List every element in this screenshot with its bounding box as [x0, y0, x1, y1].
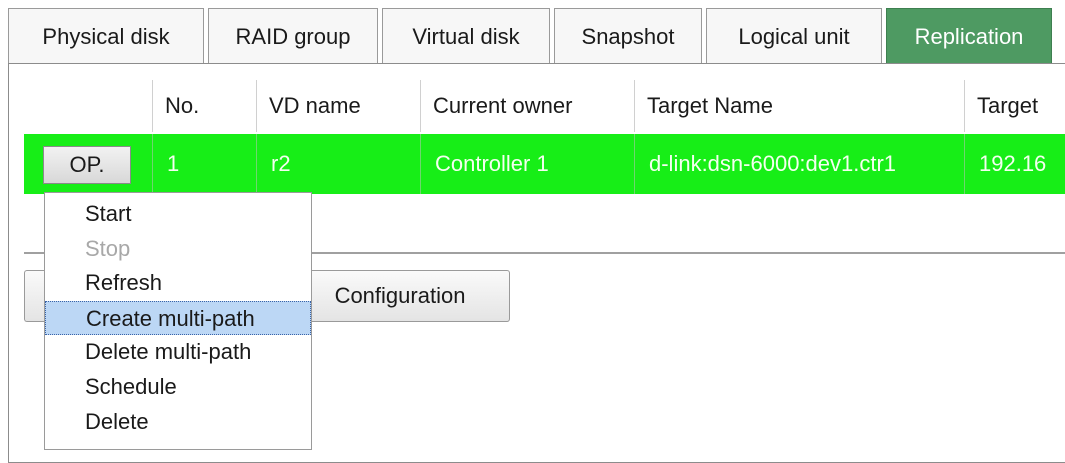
column-header-op [24, 80, 152, 132]
op-context-menu: Start Stop Refresh Create multi-path Del… [44, 192, 312, 450]
tab-virtual-disk[interactable]: Virtual disk [382, 8, 550, 64]
cell-vd-name: r2 [256, 134, 420, 194]
tab-logical-unit[interactable]: Logical unit [706, 8, 882, 64]
configuration-button[interactable]: Configuration [290, 270, 510, 322]
column-header-target: Target [964, 80, 1065, 132]
tab-replication[interactable]: Replication [886, 8, 1052, 64]
tab-bar: Physical disk RAID group Virtual disk Sn… [0, 0, 1065, 64]
menu-item-refresh[interactable]: Refresh [45, 266, 311, 301]
menu-item-delete-multi-path[interactable]: Delete multi-path [45, 335, 311, 370]
cell-current-owner: Controller 1 [420, 134, 634, 194]
menu-item-stop: Stop [85, 235, 131, 261]
column-header-vd-name: VD name [256, 80, 420, 132]
column-header-current-owner: Current owner [420, 80, 634, 132]
menu-item-delete[interactable]: Delete [45, 405, 311, 440]
table-row[interactable]: 1 r2 Controller 1 d-link:dsn-6000:dev1.c… [24, 134, 1065, 194]
op-button[interactable]: OP. [43, 146, 131, 184]
table-header: No. VD name Current owner Target Name Ta… [24, 80, 1065, 132]
tab-physical-disk[interactable]: Physical disk [8, 8, 204, 64]
cell-no: 1 [152, 134, 256, 194]
menu-item-create-multi-path[interactable]: Create multi-path [45, 300, 311, 336]
menu-item-start[interactable]: Start [45, 197, 311, 232]
cell-target: 192.16 [964, 134, 1065, 194]
column-header-target-name: Target Name [634, 80, 964, 132]
column-header-no: No. [152, 80, 256, 132]
menu-item-schedule[interactable]: Schedule [45, 370, 311, 405]
cell-target-name: d-link:dsn-6000:dev1.ctr1 [634, 134, 964, 194]
tab-snapshot[interactable]: Snapshot [554, 8, 702, 64]
tab-raid-group[interactable]: RAID group [208, 8, 378, 64]
